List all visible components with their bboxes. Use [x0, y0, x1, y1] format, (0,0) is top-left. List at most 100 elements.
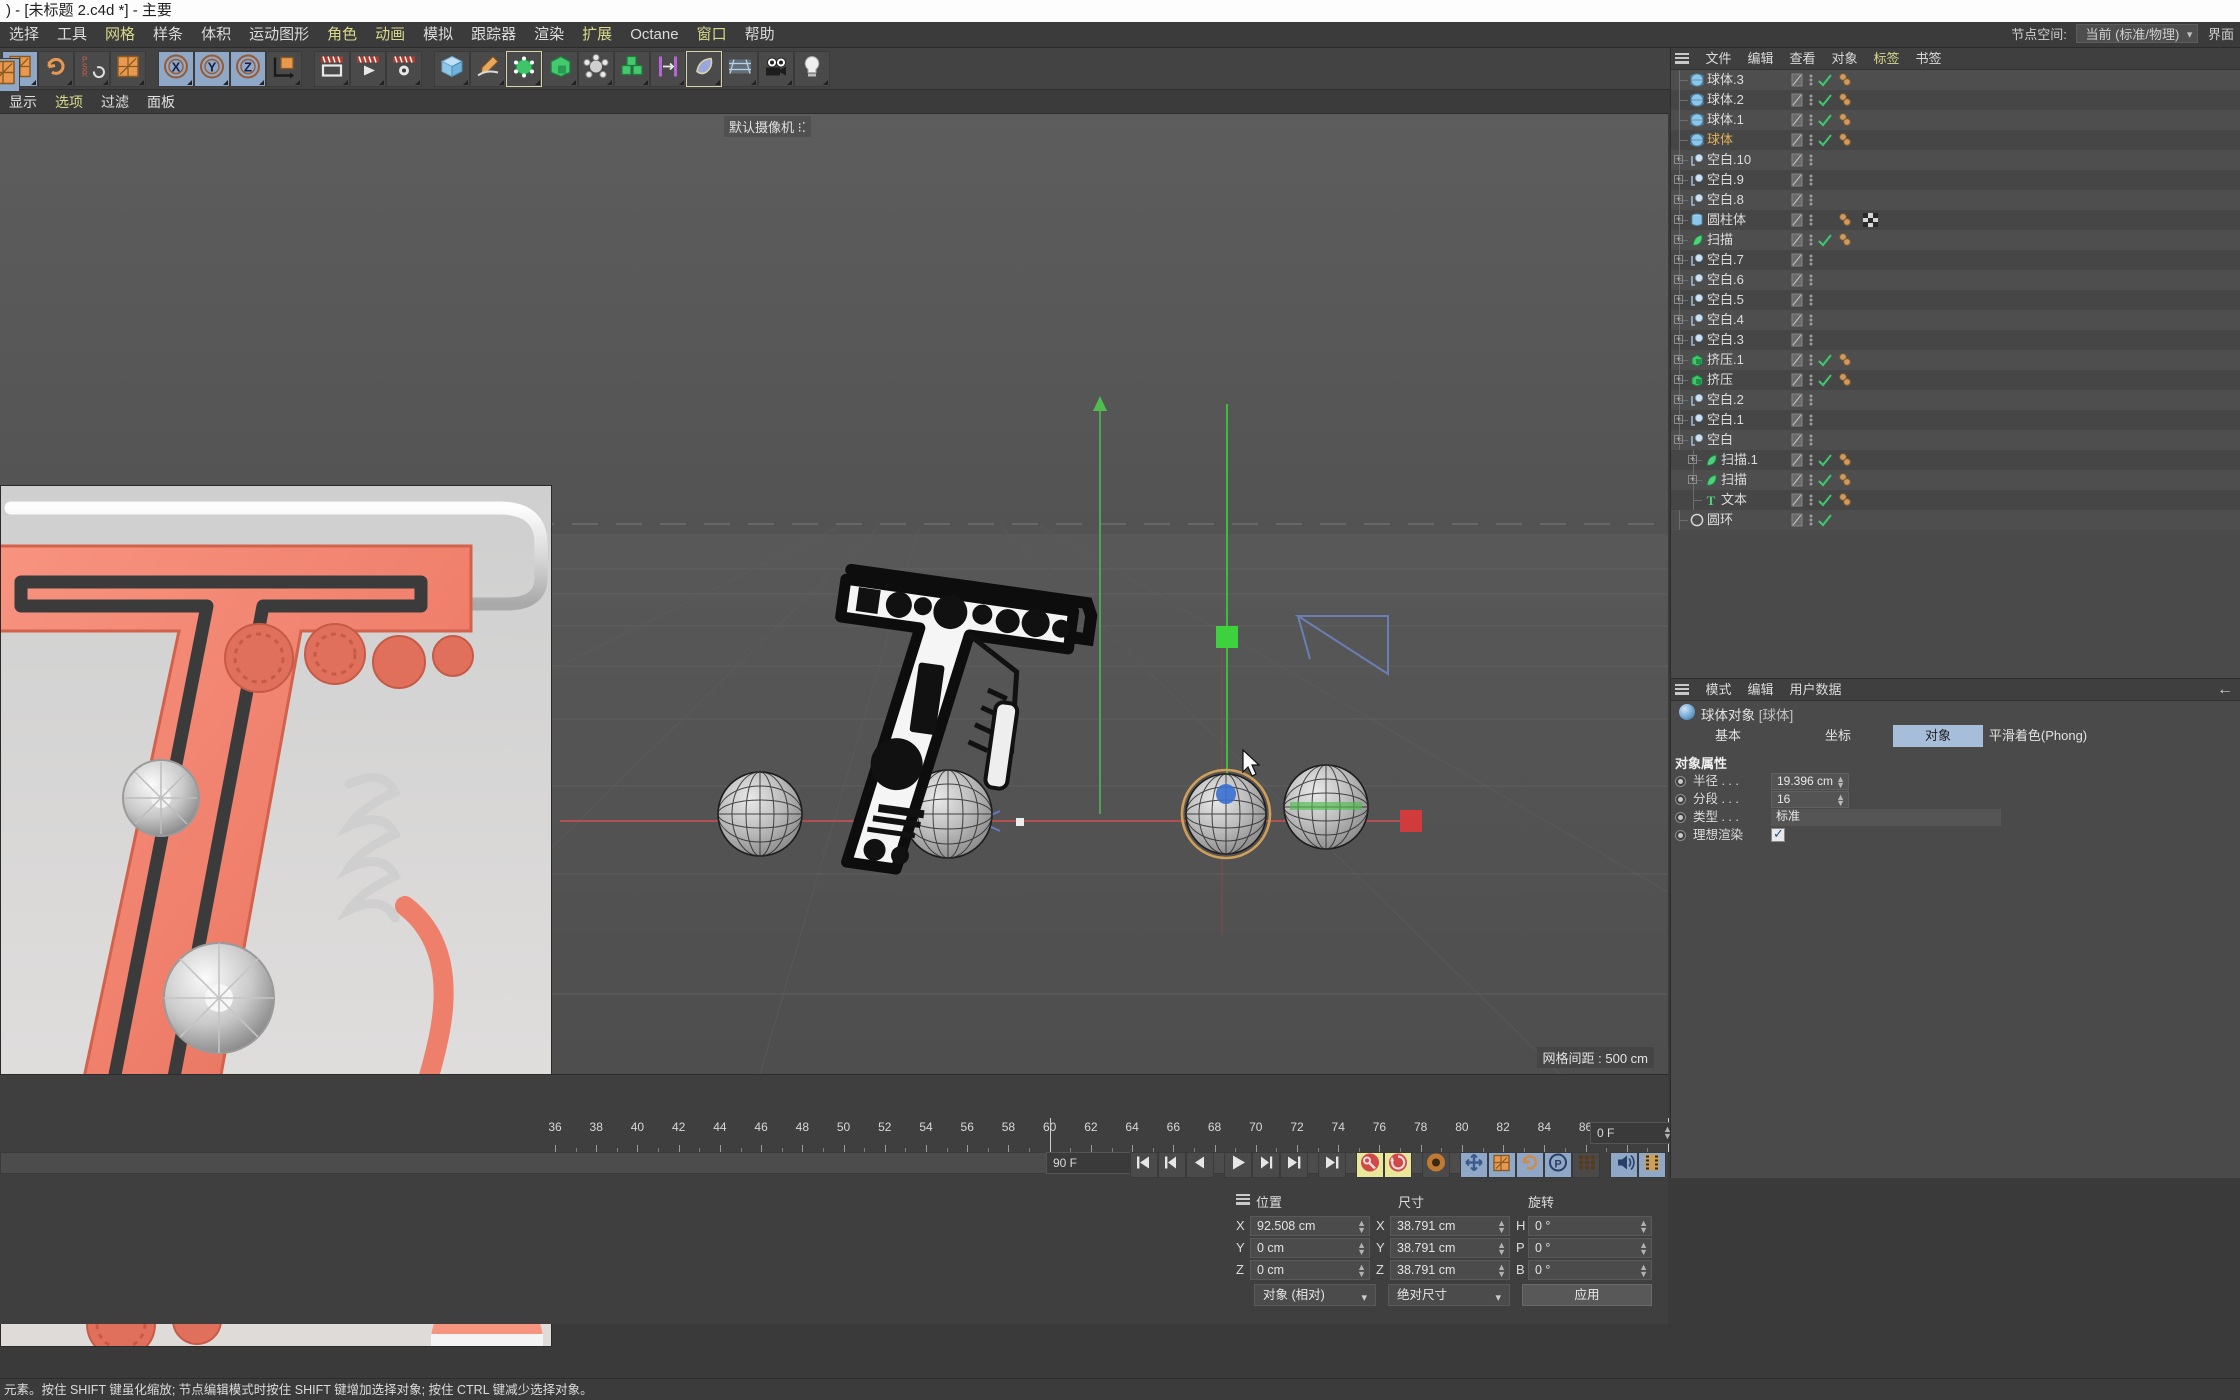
camera-button[interactable] [758, 51, 794, 87]
object-row[interactable]: + 空白.3 [1671, 330, 2240, 350]
viewport-menu-item-0[interactable]: 显示 [0, 90, 46, 114]
back-arrow-icon[interactable]: ← [2217, 681, 2233, 699]
autokey-button[interactable] [1384, 1152, 1412, 1178]
object-manager-menu-item-0[interactable]: 文件 [1697, 48, 1739, 70]
property-field-0[interactable]: 19.396 cm ▲ ▼ [1771, 773, 1849, 790]
enabled-check-icon[interactable] [1817, 513, 1833, 532]
visibility-dots[interactable] [1791, 393, 1803, 407]
visibility-dots[interactable] [1791, 513, 1803, 527]
coord-mode-select[interactable]: 对象 (相对) ▾ [1254, 1284, 1376, 1306]
hamburger-icon[interactable] [1236, 1194, 1250, 1205]
timeline-button[interactable] [1638, 1152, 1666, 1178]
rotation-field-0[interactable]: 0 ° ▲ ▼ [1528, 1216, 1652, 1236]
stepper-icon[interactable]: ▲▼ [1639, 1263, 1648, 1279]
visibility-dots[interactable] [1791, 113, 1803, 127]
object-name[interactable]: 空白.7 [1707, 250, 1744, 270]
stepper-icon[interactable]: ▲▼ [1357, 1263, 1366, 1279]
object-row[interactable]: + 空白.6 [1671, 270, 2240, 290]
property-radio-icon[interactable] [1675, 830, 1686, 841]
object-name[interactable]: 空白.6 [1707, 270, 1744, 290]
hamburger-icon[interactable] [1671, 679, 1693, 701]
object-name[interactable]: 扫描.1 [1721, 450, 1758, 470]
expand-toggle-icon[interactable]: + [1674, 375, 1683, 384]
attribute-tab-3[interactable]: 平滑着色(Phong) [1983, 725, 2093, 747]
stepper-icon[interactable]: ▲▼ [1639, 1219, 1648, 1235]
attribute-tab-1[interactable]: 坐标 [1783, 725, 1893, 747]
viewport-menu-bar[interactable]: 显示 选项 过滤 面板 [0, 90, 1668, 114]
menu-item-4[interactable]: 体积 [192, 22, 240, 48]
object-name[interactable]: 挤压 [1707, 370, 1733, 390]
object-row[interactable]: + 空白.9 [1671, 170, 2240, 190]
key-rotation-button[interactable] [1516, 1152, 1544, 1178]
object-name[interactable]: 扫描 [1721, 470, 1747, 490]
field-button[interactable] [686, 51, 722, 87]
redo-button[interactable] [38, 51, 74, 87]
visibility-dots[interactable] [1791, 213, 1803, 227]
enable-dots-icon[interactable] [1807, 293, 1819, 307]
viewport-menu-item-1[interactable]: 选项 [46, 90, 92, 114]
enable-dots-icon[interactable] [1807, 333, 1819, 347]
previous-keyframe-button[interactable] [1158, 1152, 1186, 1178]
stepper-icon[interactable]: ▲▼ [1357, 1241, 1366, 1257]
object-tree-list[interactable]: 球体.3 球体.2 球体.1 球体 + 空白.10 + 空白.9 + 空白.8 + 圆柱体 + 扫描 + 空白… [1671, 70, 2240, 678]
size-mode-select[interactable]: 绝对尺寸 ▾ [1388, 1284, 1510, 1306]
world-coord-button[interactable] [266, 51, 302, 87]
object-row[interactable]: 球体 [1671, 130, 2240, 150]
expand-toggle-icon[interactable]: + [1688, 455, 1697, 464]
visibility-dots[interactable] [1791, 233, 1803, 247]
object-row[interactable]: + 挤压 [1671, 370, 2240, 390]
object-row[interactable]: + 空白.2 [1671, 390, 2240, 410]
object-row[interactable]: + 扫描.1 [1671, 450, 2240, 470]
menu-item-11[interactable]: 扩展 [573, 22, 621, 48]
object-row[interactable]: 球体.3 [1671, 70, 2240, 90]
nurbs-generator-button[interactable] [506, 51, 542, 87]
render-queue-button[interactable] [350, 51, 386, 87]
attribute-menu-item-2[interactable]: 用户数据 [1781, 679, 1849, 701]
enable-dots-icon[interactable] [1807, 153, 1819, 167]
record-keyframe-button[interactable] [1356, 1152, 1384, 1178]
enable-dots-icon[interactable] [1807, 313, 1819, 327]
property-field-2[interactable]: 标准 [1771, 809, 2001, 826]
timeline-ruler[interactable]: 3638404244464850525456586062646668707274… [548, 1118, 1675, 1152]
visibility-dots[interactable] [1791, 333, 1803, 347]
scene-nodes-button[interactable] [578, 51, 614, 87]
key-position-button[interactable] [1460, 1152, 1488, 1178]
timeline-playhead[interactable] [1049, 1118, 1051, 1152]
stepper-icon[interactable]: ▲▼ [1639, 1241, 1648, 1257]
object-row[interactable]: + 空白.4 [1671, 310, 2240, 330]
mograph-cloner-button[interactable] [614, 51, 650, 87]
menu-item-2[interactable]: 网格 [96, 22, 144, 48]
property-field-1[interactable]: 16 ▲ ▼ [1771, 791, 1849, 808]
keyframe-settings-button[interactable] [1422, 1152, 1450, 1178]
object-name[interactable]: 挤压.1 [1707, 350, 1744, 370]
visibility-dots[interactable] [1791, 313, 1803, 327]
end-frame-field[interactable]: 90 F ▲▼ [1046, 1152, 1142, 1174]
key-scale-button[interactable] [1488, 1152, 1516, 1178]
visibility-dots[interactable] [1791, 453, 1803, 467]
expand-toggle-icon[interactable]: + [1674, 155, 1683, 164]
menu-item-3[interactable]: 样条 [144, 22, 192, 48]
expand-toggle-icon[interactable]: + [1674, 435, 1683, 444]
object-manager-menu-item-5[interactable]: 书签 [1908, 48, 1950, 70]
object-name[interactable]: 空白.10 [1707, 150, 1751, 170]
position-field-1[interactable]: 0 cm ▲ ▼ [1250, 1238, 1370, 1258]
attribute-menu-item-1[interactable]: 编辑 [1739, 679, 1781, 701]
object-manager-menu-item-1[interactable]: 编辑 [1739, 48, 1781, 70]
next-keyframe-button[interactable] [1280, 1152, 1308, 1178]
visibility-dots[interactable] [1791, 473, 1803, 487]
object-row[interactable]: + 空白.7 [1671, 250, 2240, 270]
visibility-dots[interactable] [1791, 73, 1803, 87]
visibility-dots[interactable] [1791, 353, 1803, 367]
viewport-menu-item-2[interactable]: 过滤 [92, 90, 138, 114]
light-button[interactable] [794, 51, 830, 87]
stepper-icon[interactable]: ▲▼ [1497, 1219, 1506, 1235]
attribute-manager-panel[interactable]: 模式 编辑 用户数据 ← 球体对象 [球体] 基本 坐标 对象 平滑着色(Phong) 对象… [1670, 678, 2240, 1178]
expand-toggle-icon[interactable]: + [1674, 275, 1683, 284]
stepper-icon[interactable]: ▲▼ [1836, 775, 1845, 790]
visibility-dots[interactable] [1791, 413, 1803, 427]
coordinates-panel[interactable]: 位置 尺寸 旋转 X 92.508 cm ▲ ▼ X 38.791 cm ▲ ▼ H 0 ° ▲ ▼ Y… [1232, 1188, 1668, 1310]
object-row[interactable]: + 空白.10 [1671, 150, 2240, 170]
size-field-2[interactable]: 38.791 cm ▲ ▼ [1390, 1260, 1510, 1280]
size-field-0[interactable]: 38.791 cm ▲ ▼ [1390, 1216, 1510, 1236]
object-name[interactable]: 空白 [1707, 430, 1733, 450]
